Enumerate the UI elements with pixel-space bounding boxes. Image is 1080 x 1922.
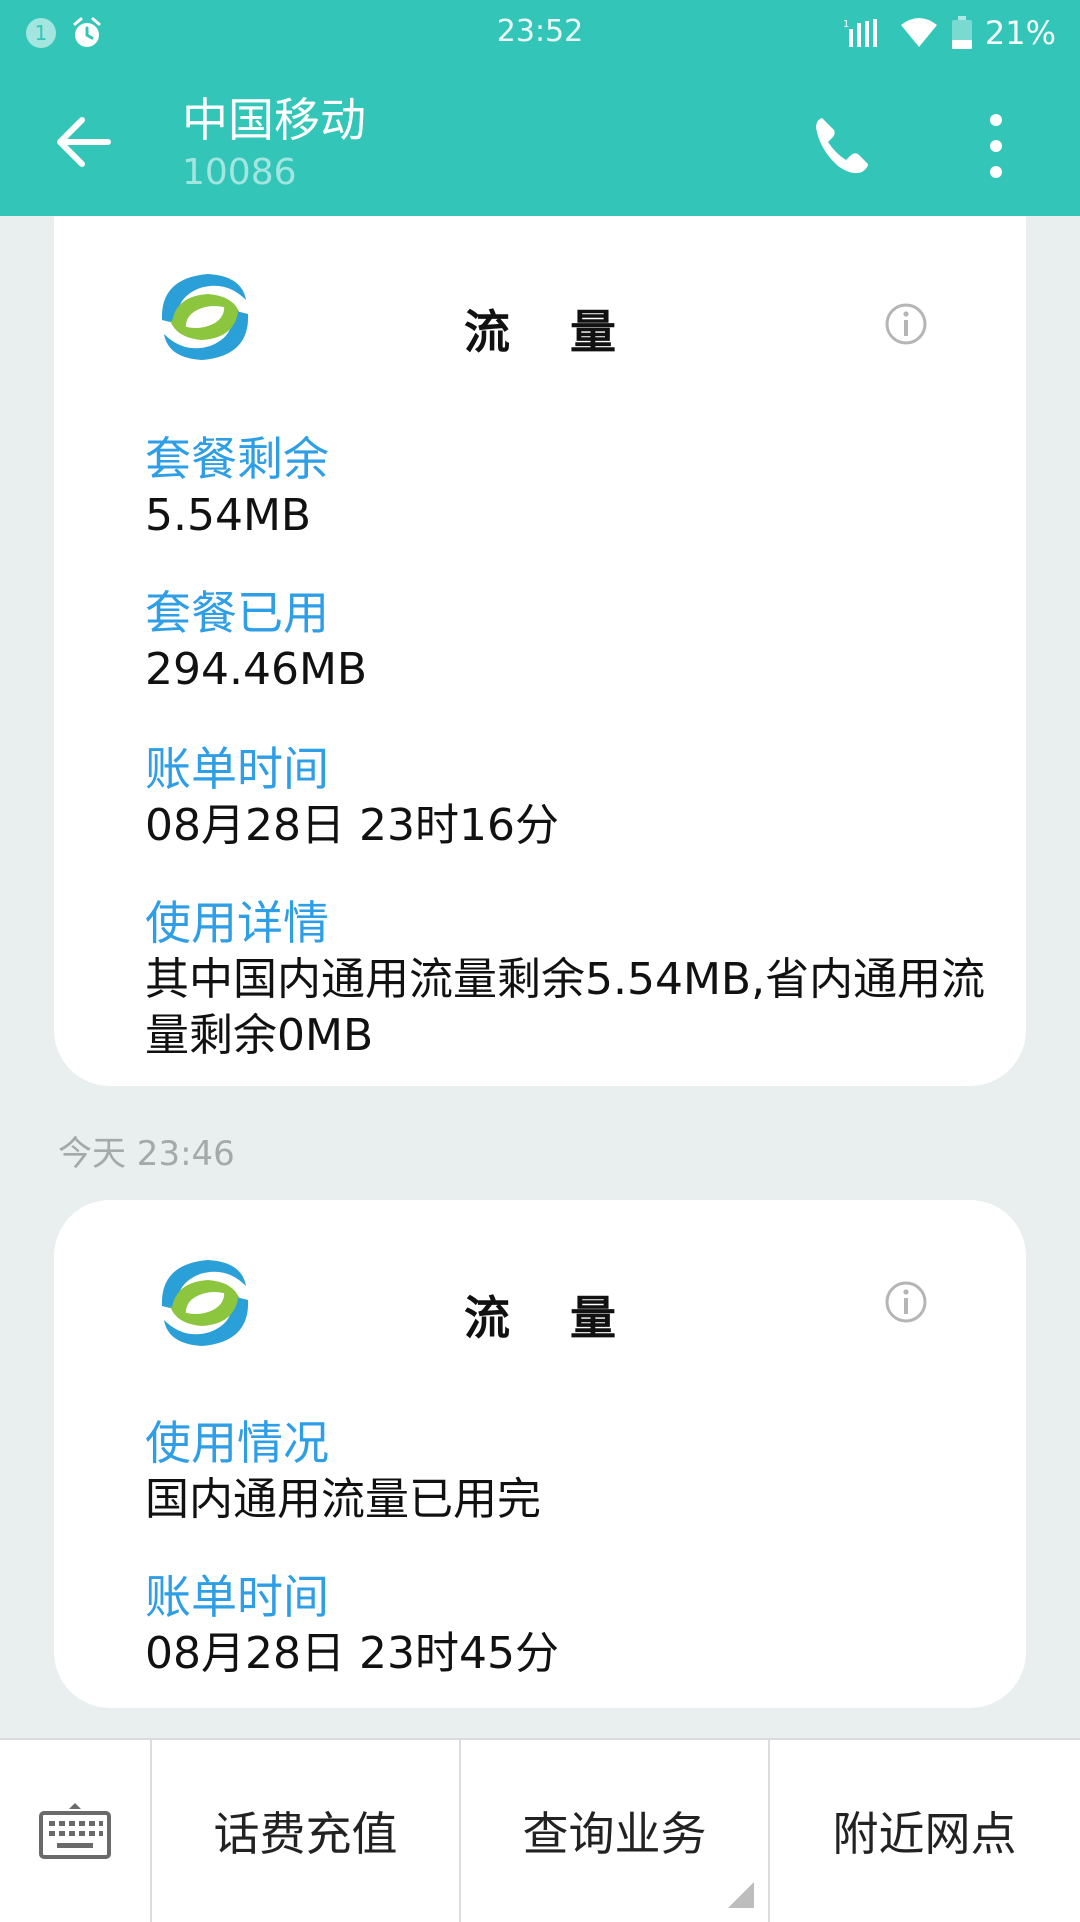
menu-label: 话费充值 — [213, 1807, 398, 1861]
menu-label: 附近网点 — [832, 1807, 1017, 1861]
field-usage-details: 使用详情 其中国内通用流量剩余5.54MB,省内通用流量剩余0MB — [145, 894, 1005, 1064]
info-icon[interactable] — [884, 302, 928, 346]
submenu-indicator-icon — [728, 1882, 754, 1908]
battery-icon — [951, 16, 972, 49]
wifi-icon — [900, 18, 937, 47]
field-label: 使用情况 — [145, 1416, 329, 1470]
card-title: 流量 — [464, 1291, 676, 1345]
message-list[interactable]: 流量 套餐剩余 5.54MB 套餐已用 294.46MB 账单时间 08月28日… — [0, 216, 1080, 1738]
field-value: 国内通用流量已用完 — [145, 1474, 541, 1525]
field-bill-time: 账单时间 08月28日 23时45分 — [145, 1568, 1005, 1682]
field-value: 08月28日 23时45分 — [145, 1628, 559, 1679]
field-value: 5.54MB — [145, 490, 312, 541]
field-usage-status: 使用情况 国内通用流量已用完 — [145, 1414, 1005, 1528]
field-label: 套餐已用 — [145, 586, 329, 640]
field-value: 294.46MB — [145, 644, 368, 695]
sim-slot-label: 1 — [843, 19, 849, 30]
status-bar: 1 23:52 1 21% — [0, 0, 1080, 66]
cell-signal-icon: 1 — [843, 19, 877, 47]
menu-label: 查询业务 — [522, 1807, 707, 1861]
conversation-number: 10086 — [182, 152, 297, 193]
phone-icon[interactable] — [808, 110, 878, 180]
battery-percent: 21% — [984, 14, 1056, 52]
field-label: 账单时间 — [145, 742, 329, 796]
field-plan-used: 套餐已用 294.46MB — [145, 584, 1005, 698]
field-label: 账单时间 — [145, 1570, 329, 1624]
message-card[interactable]: 流量 使用情况 国内通用流量已用完 账单时间 08月28日 23时45分 — [54, 1200, 1026, 1708]
menu-query-service-button[interactable]: 查询业务 — [461, 1740, 770, 1922]
keyboard-toggle-button[interactable] — [0, 1740, 152, 1922]
field-label: 套餐剩余 — [145, 432, 329, 486]
info-icon[interactable] — [884, 1280, 928, 1324]
app-bar: 中国移动 10086 — [0, 66, 1080, 216]
message-timestamp: 今天 23:46 — [58, 1134, 235, 1174]
field-bill-time: 账单时间 08月28日 23时16分 — [145, 740, 1005, 854]
card-title: 流量 — [464, 305, 676, 359]
arrow-back-icon[interactable] — [48, 106, 120, 178]
message-card[interactable]: 流量 套餐剩余 5.54MB 套餐已用 294.46MB 账单时间 08月28日… — [54, 216, 1026, 1086]
more-vertical-icon[interactable] — [972, 106, 1020, 186]
service-menu-bar: 话费充值 查询业务 附近网点 — [0, 1738, 1080, 1922]
field-value: 08月28日 23时16分 — [145, 800, 559, 851]
menu-nearby-outlets-button[interactable]: 附近网点 — [770, 1740, 1079, 1922]
menu-recharge-button[interactable]: 话费充值 — [152, 1740, 461, 1922]
field-value: 其中国内通用流量剩余5.54MB,省内通用流量剩余0MB — [145, 954, 986, 1061]
conversation-title: 中国移动 — [182, 93, 366, 147]
keyboard-icon — [39, 1803, 111, 1859]
field-label: 使用详情 — [145, 896, 329, 950]
field-plan-remaining: 套餐剩余 5.54MB — [145, 430, 1005, 544]
